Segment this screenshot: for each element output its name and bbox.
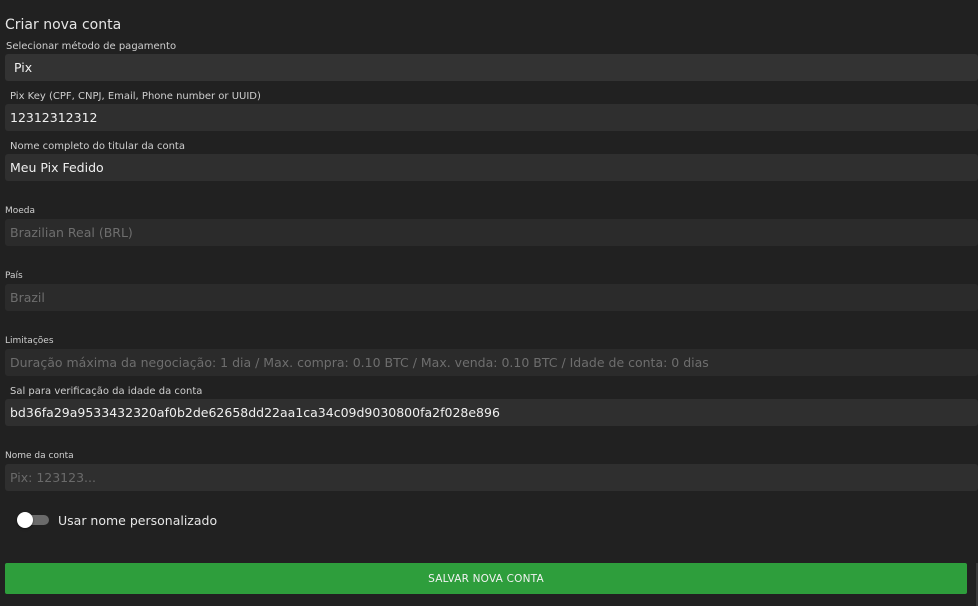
custom-name-toggle[interactable]	[17, 512, 49, 528]
payment-method-label: Selecionar método de pagamento	[6, 41, 177, 52]
limits-value: Duração máxima da negociação: 1 dia / Ma…	[10, 355, 709, 370]
holder-name-field[interactable]	[5, 154, 978, 181]
form-title: Criar nova conta	[5, 17, 122, 33]
country-field: Brazil	[5, 284, 978, 311]
payment-method-value: Pix	[14, 60, 33, 75]
account-name-input[interactable]	[10, 464, 978, 491]
holder-name-label: Nome completo do titular da conta	[10, 141, 185, 152]
custom-name-toggle-label: Usar nome personalizado	[58, 512, 218, 528]
pix-key-input[interactable]	[10, 104, 978, 131]
salt-label: Sal para verificação da idade da conta	[10, 386, 203, 397]
account-name-label: Nome da conta	[5, 451, 74, 461]
country-value: Brazil	[10, 290, 45, 305]
country-label: País	[5, 271, 23, 281]
pix-key-field[interactable]	[5, 104, 978, 131]
currency-value: Brazilian Real (BRL)	[10, 225, 133, 240]
toggle-knob	[17, 512, 33, 528]
create-account-form: Criar nova conta Selecionar método de pa…	[0, 0, 978, 606]
salt-field[interactable]	[5, 399, 978, 426]
pix-key-label: Pix Key (CPF, CNPJ, Email, Phone number …	[10, 91, 261, 102]
currency-label: Moeda	[5, 206, 36, 216]
payment-method-select[interactable]: Pix	[5, 54, 978, 81]
holder-name-input[interactable]	[10, 154, 978, 181]
limits-label: Limitações	[5, 336, 54, 346]
account-name-field[interactable]	[5, 464, 978, 491]
currency-field: Brazilian Real (BRL)	[5, 219, 978, 246]
custom-name-toggle-row: Usar nome personalizado	[17, 510, 217, 530]
limits-field: Duração máxima da negociação: 1 dia / Ma…	[5, 349, 978, 376]
salt-input[interactable]	[10, 399, 978, 426]
save-account-button[interactable]: SALVAR NOVA CONTA	[5, 563, 967, 594]
